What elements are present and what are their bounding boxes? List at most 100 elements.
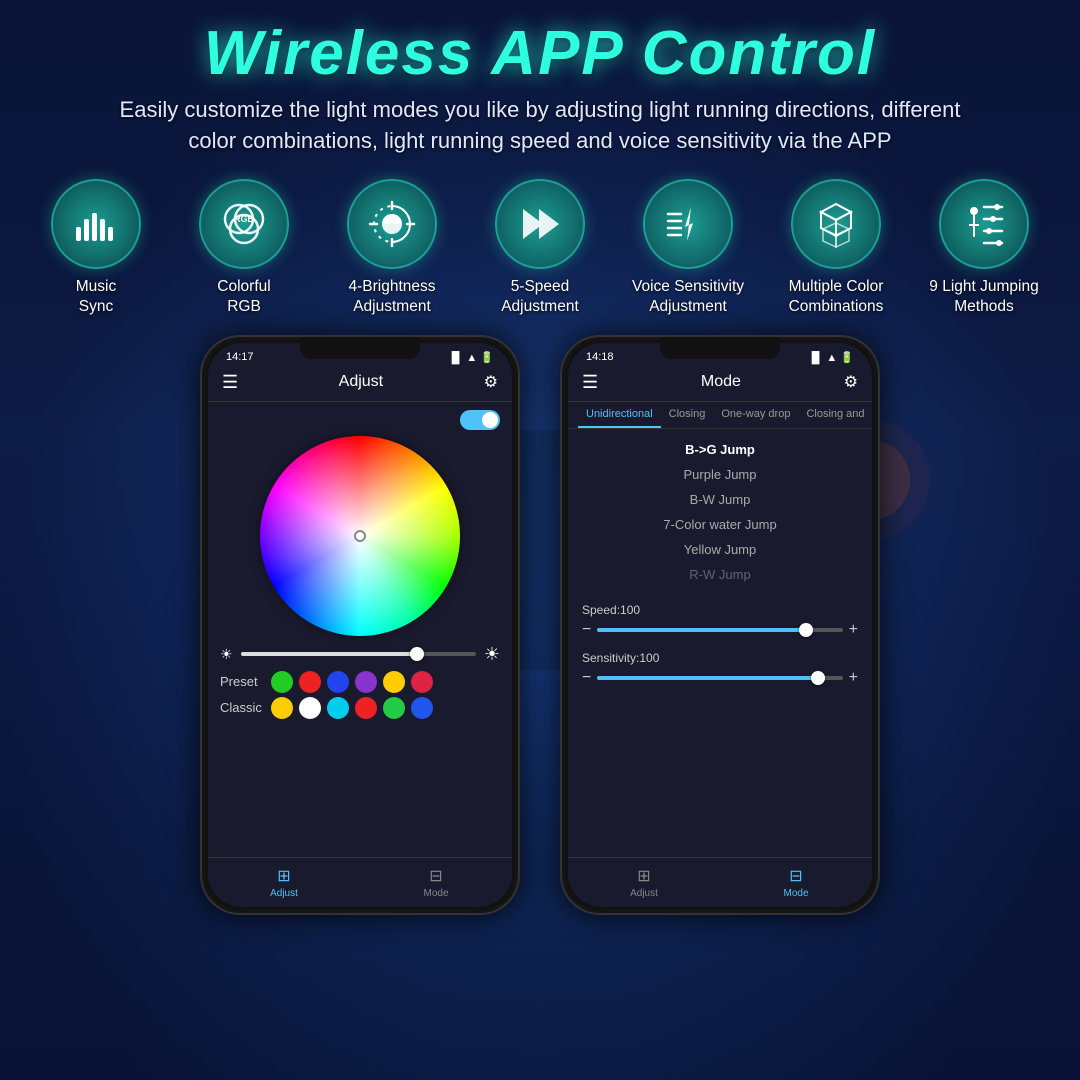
phone1-classic-label: Classic <box>220 700 265 715</box>
colorful-rgb-label: ColorfulRGB <box>217 277 270 317</box>
phone2-nav-adjust[interactable]: ⊞ Adjust <box>568 858 720 907</box>
classic-color-3[interactable] <box>327 697 349 719</box>
features-row: MusicSync RGB ColorfulRGB <box>0 179 1080 317</box>
phone2-sensitivity-plus[interactable]: + <box>849 669 858 687</box>
phone2-speed-track[interactable] <box>597 628 842 632</box>
phone2-speed-plus[interactable]: + <box>849 621 858 639</box>
music-sync-icon-circle <box>51 179 141 269</box>
tab-unidirectional[interactable]: Unidirectional <box>578 402 661 428</box>
phone1-toggle[interactable] <box>460 410 500 430</box>
tab-oneway-drop[interactable]: One-way drop <box>713 402 798 428</box>
tab-closing-and[interactable]: Closing and <box>798 402 872 428</box>
phone1-brightness-track[interactable] <box>241 652 476 656</box>
light-jumping-label: 9 Light JumpingMethods <box>929 277 1038 317</box>
preset-color-3[interactable] <box>327 671 349 693</box>
main-title: Wireless APP Control <box>0 18 1080 89</box>
phone1-nav-mode-label: Mode <box>423 888 448 899</box>
phone2-menu-icon[interactable]: ☰ <box>582 372 598 393</box>
phone2-speed-minus[interactable]: − <box>582 621 591 639</box>
classic-color-2[interactable] <box>299 697 321 719</box>
phone1-classic-row: Classic <box>220 697 500 719</box>
phone2-speed-label: Speed:100 <box>582 603 858 617</box>
multiple-color-icon <box>811 199 861 249</box>
feature-speed: 5-SpeedAdjustment <box>472 179 608 317</box>
phone1-toggle-row <box>220 410 500 430</box>
feature-voice-sensitivity: Voice SensitivityAdjustment <box>620 179 756 317</box>
classic-color-4[interactable] <box>355 697 377 719</box>
phone2-speed-row: Speed:100 − + <box>568 595 872 643</box>
mode-bw-jump[interactable]: B-W Jump <box>582 487 858 512</box>
phone1-time: 14:17 <box>226 351 254 363</box>
feature-brightness: 4-BrightnessAdjustment <box>324 179 460 317</box>
phone1-brightness-fill <box>241 652 417 656</box>
phone1-brightness-row: ☀ ☀ <box>220 644 500 665</box>
classic-color-5[interactable] <box>383 697 405 719</box>
phone2-speed-thumb <box>799 623 813 637</box>
brightness-icon-circle <box>347 179 437 269</box>
preset-color-6[interactable] <box>411 671 433 693</box>
phone1-nav-mode[interactable]: ⊟ Mode <box>360 858 512 907</box>
phone2-sensitivity-minus[interactable]: − <box>582 669 591 687</box>
subtitle: Easily customize the light modes you lik… <box>0 95 1080 157</box>
phone2-sensitivity-row: Sensitivity:100 − + <box>568 643 872 691</box>
mode-bg-jump[interactable]: B->G Jump <box>582 437 858 462</box>
phone1-brightness-thumb[interactable] <box>410 647 424 661</box>
phone1-color-wheel-dot[interactable] <box>354 530 366 542</box>
mode-purple-jump[interactable]: Purple Jump <box>582 462 858 487</box>
phone1-body: ☀ ☀ Preset <box>208 402 512 731</box>
preset-color-2[interactable] <box>299 671 321 693</box>
phone2-settings-icon[interactable]: ⚙ <box>844 372 858 392</box>
phone1-title: Adjust <box>339 373 383 391</box>
mode-rw-jump[interactable]: R-W Jump <box>582 562 858 587</box>
phone1-menu-icon[interactable]: ☰ <box>222 372 238 393</box>
multiple-color-icon-circle <box>791 179 881 269</box>
phone1-preset-row: Preset <box>220 671 500 693</box>
preset-color-4[interactable] <box>355 671 377 693</box>
phone1-nav-adjust-icon: ⊞ <box>277 866 290 886</box>
phone2-notch <box>660 337 780 359</box>
phone1-nav-adjust-label: Adjust <box>270 888 298 899</box>
phone2-nav-mode-icon: ⊟ <box>789 866 802 886</box>
classic-color-1[interactable] <box>271 697 293 719</box>
phone1-bottom-nav: ⊞ Adjust ⊟ Mode <box>208 857 512 907</box>
speed-label: 5-SpeedAdjustment <box>501 277 579 317</box>
phone1-color-wheel-container <box>220 436 500 636</box>
colorful-rgb-icon: RGB <box>219 199 269 249</box>
phone2-sensitivity-fill <box>597 676 818 680</box>
phone2-screen: 14:18 ▐▌ ▲ 🔋 ☰ Mode ⚙ Unidirectional Clo… <box>568 343 872 907</box>
phone1-color-wheel[interactable] <box>260 436 460 636</box>
preset-color-5[interactable] <box>383 671 405 693</box>
phone1-nav-adjust[interactable]: ⊞ Adjust <box>208 858 360 907</box>
phone2-nav-mode[interactable]: ⊟ Mode <box>720 858 872 907</box>
phone1-brightness-max-icon: ☀ <box>484 644 500 665</box>
feature-music-sync: MusicSync <box>28 179 164 317</box>
voice-sensitivity-label: Voice SensitivityAdjustment <box>632 277 744 317</box>
phone2-speed-fill <box>597 628 806 632</box>
phone2-signal-icons: ▐▌ ▲ 🔋 <box>808 351 854 364</box>
tab-closing[interactable]: Closing <box>661 402 714 428</box>
phone2-time: 14:18 <box>586 351 614 363</box>
light-jumping-icon-circle <box>939 179 1029 269</box>
voice-sensitivity-icon <box>663 199 713 249</box>
colorful-rgb-icon-circle: RGB <box>199 179 289 269</box>
feature-light-jumping: 9 Light JumpingMethods <box>916 179 1052 317</box>
phone2-sensitivity-track[interactable] <box>597 676 842 680</box>
phone1-settings-icon[interactable]: ⚙ <box>484 372 498 392</box>
phone1-notch <box>300 337 420 359</box>
phone2-nav-mode-label: Mode <box>783 888 808 899</box>
speed-icon <box>515 199 565 249</box>
brightness-label: 4-BrightnessAdjustment <box>348 277 435 317</box>
phone2-nav-adjust-label: Adjust <box>630 888 658 899</box>
svg-text:RGB: RGB <box>234 214 255 224</box>
phone1-title-bar: ☰ Adjust ⚙ <box>208 368 512 402</box>
phone2-sensitivity-slider-row: − + <box>582 669 858 687</box>
phone2-title: Mode <box>701 373 741 391</box>
phone1-brightness-min-icon: ☀ <box>220 646 233 663</box>
header: Wireless APP Control Easily customize th… <box>0 0 1080 157</box>
mode-7color-jump[interactable]: 7-Color water Jump <box>582 512 858 537</box>
classic-color-6[interactable] <box>411 697 433 719</box>
mode-yellow-jump[interactable]: Yellow Jump <box>582 537 858 562</box>
phone1-preset-label: Preset <box>220 674 265 689</box>
phone2-speed-slider-row: − + <box>582 621 858 639</box>
preset-color-1[interactable] <box>271 671 293 693</box>
